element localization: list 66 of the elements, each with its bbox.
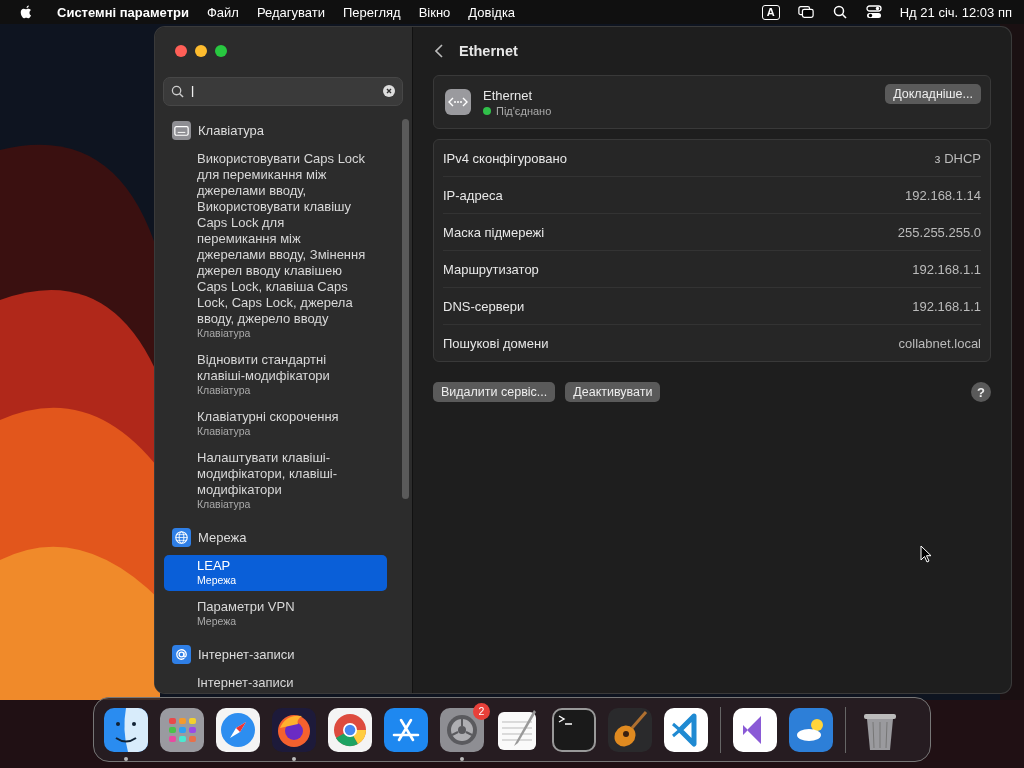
globe-icon bbox=[172, 528, 191, 547]
clear-icon[interactable] bbox=[383, 85, 395, 97]
search-result[interactable]: Використовувати Caps Lock для перемикання між джерелами вводу, Використовувати клавішу Caps Lock для перемикання між джерелами вводу, Змінення джерел вводу клавішею Caps Lock, клавіша Caps Lock, Caps Lock, джерела вводу, джерело вводу Клавіатура bbox=[164, 148, 387, 344]
cursor-icon bbox=[920, 545, 932, 563]
guitar-icon[interactable] bbox=[608, 707, 652, 752]
menu-item[interactable]: Перегляд bbox=[342, 4, 401, 20]
app-store-icon[interactable] bbox=[384, 707, 428, 752]
search-result[interactable]: LEAP Мережа bbox=[164, 555, 387, 591]
chrome-icon[interactable] bbox=[328, 707, 372, 752]
search-result[interactable]: Клавіатурні скорочення Клавіатура bbox=[164, 406, 387, 442]
terminal-icon[interactable] bbox=[552, 707, 596, 752]
search-result[interactable]: Налаштувати клавіші-модифікатори, клавіші-модифікатори Клавіатура bbox=[164, 447, 387, 515]
row-value: 255.255.255.0 bbox=[897, 224, 981, 240]
section-heading: Клавіатура bbox=[198, 123, 265, 138]
scrollbar[interactable] bbox=[402, 119, 409, 499]
menu-item[interactable]: Редагувати bbox=[256, 4, 325, 20]
back-icon[interactable] bbox=[435, 44, 443, 58]
row-label: Маска підмережі bbox=[443, 224, 545, 240]
search-result[interactable]: Відновити стандартні клавіші-модифікатори Клавіатура bbox=[164, 349, 387, 401]
close-button[interactable] bbox=[175, 45, 187, 57]
compass-icon[interactable] bbox=[216, 707, 260, 752]
keyboard-icon bbox=[172, 121, 191, 140]
menu-item[interactable]: Довідка bbox=[468, 4, 516, 20]
help-button[interactable]: ? bbox=[971, 382, 991, 402]
code-editor-icon[interactable] bbox=[664, 707, 708, 752]
status-text: Під'єднано bbox=[496, 104, 552, 117]
launchpad-icon[interactable] bbox=[160, 707, 204, 752]
at-sign-icon bbox=[172, 645, 191, 664]
row-label: Маршрутизатор bbox=[443, 261, 539, 277]
menu-item[interactable]: Файл bbox=[206, 4, 239, 20]
finder-icon[interactable] bbox=[104, 707, 148, 752]
details-button[interactable]: Докладніше... bbox=[885, 84, 981, 104]
gear-icon[interactable] bbox=[440, 707, 484, 752]
section-heading: Інтернет-записи bbox=[198, 647, 295, 662]
section-heading: Мережа bbox=[198, 530, 247, 545]
row-value: collabnet.local bbox=[898, 335, 981, 351]
row-value: з DHCP bbox=[934, 150, 981, 166]
search-result[interactable]: Інтернет-записи bbox=[164, 672, 387, 693]
apple-icon[interactable] bbox=[20, 4, 33, 20]
service-name: Ethernet bbox=[483, 87, 534, 103]
menu-item[interactable]: Вікно bbox=[418, 4, 451, 20]
row-value: 192.168.1.14 bbox=[905, 187, 981, 203]
minimize-button[interactable] bbox=[195, 45, 207, 57]
row-value: 192.168.1.1 bbox=[912, 298, 981, 314]
row-label: IP-адреса bbox=[443, 187, 503, 203]
search-icon[interactable] bbox=[831, 5, 848, 19]
row-value: 192.168.1.1 bbox=[912, 261, 981, 277]
row-label: DNS-сервери bbox=[443, 298, 525, 314]
zoom-button[interactable] bbox=[215, 45, 227, 57]
action-button[interactable]: Видалити сервіс... bbox=[433, 382, 556, 402]
row-label: Пошукові домени bbox=[443, 335, 549, 351]
control-center-icon[interactable] bbox=[865, 5, 882, 19]
input-source-indicator[interactable]: A bbox=[761, 4, 780, 20]
action-button[interactable]: Деактивувати bbox=[565, 382, 661, 402]
page-title: Ethernet bbox=[459, 43, 518, 59]
row-label: IPv4 сконфігуровано bbox=[443, 150, 567, 166]
search-result[interactable]: Параметри VPN Мережа bbox=[164, 596, 387, 632]
weather-icon[interactable] bbox=[789, 707, 833, 752]
ethernet-icon bbox=[445, 89, 471, 115]
app-menu[interactable]: Системні параметри bbox=[57, 4, 189, 20]
menu-clock[interactable]: Нд 21 січ. 12:03 пп bbox=[899, 4, 1012, 20]
status-dot bbox=[483, 106, 491, 115]
search-field[interactable]: l bbox=[163, 77, 403, 106]
firefox-icon[interactable] bbox=[272, 707, 316, 752]
windows-icon[interactable] bbox=[797, 5, 814, 19]
notification-badge: 2 bbox=[473, 702, 490, 720]
